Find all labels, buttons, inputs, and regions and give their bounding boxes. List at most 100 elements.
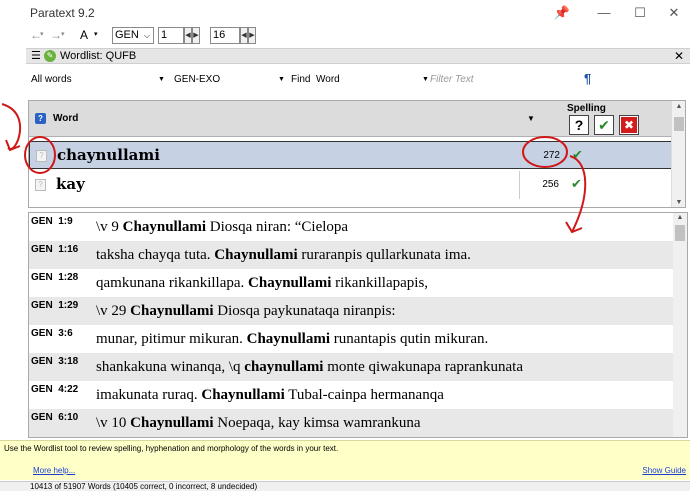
count-cell: 256 bbox=[542, 179, 559, 190]
chapter-prev-button[interactable]: ◀ bbox=[184, 27, 192, 44]
reference-row[interactable]: GEN 3:6 munar, pitimur mikuran. Chaynulla… bbox=[29, 325, 674, 353]
reference-row[interactable]: GEN 3:18 shankakuna winanqa, \q chaynulla… bbox=[29, 353, 674, 381]
book-selector[interactable]: GEN ⌵ bbox=[112, 27, 154, 44]
reference-text: \v 29 Chaynullami Diosqa paykunataqa nir… bbox=[96, 302, 396, 320]
guide-panel: Use the Wordlist tool to review spelling… bbox=[0, 440, 690, 480]
reference-text: shankakuna winanqa, \q chaynullami monte… bbox=[96, 358, 523, 376]
context-before: \v 9 bbox=[96, 219, 123, 235]
reference-text: taksha chayqa tuta. Chaynullami ruraranp… bbox=[96, 246, 471, 264]
back-dropdown-icon[interactable]: ▾ bbox=[40, 27, 44, 43]
reference-label: GEN 6:10 bbox=[31, 412, 79, 423]
references-scrollbar[interactable]: ▲ bbox=[673, 213, 687, 437]
reference-label: GEN 3:6 bbox=[31, 328, 73, 339]
text-style-button[interactable]: A bbox=[80, 27, 88, 43]
sort-descending-icon[interactable]: ▼ bbox=[527, 114, 535, 123]
context-after: rikankillapapis, bbox=[331, 275, 429, 291]
panel-close-icon[interactable]: ✕ bbox=[674, 49, 684, 63]
matched-word: Chaynullami bbox=[122, 219, 207, 235]
word-cell: chaynullami bbox=[57, 146, 160, 164]
context-before: \v 29 bbox=[96, 303, 131, 319]
context-before: qamkunana rikankillapa. bbox=[96, 275, 249, 291]
count-cell: 272 bbox=[543, 150, 560, 161]
range-select[interactable]: GEN-EXO bbox=[174, 73, 220, 87]
reference-row[interactable]: GEN 4:22 imakunata ruraq. Chaynullami Tub… bbox=[29, 381, 674, 409]
verse-next-button[interactable]: ▶ bbox=[248, 27, 256, 44]
matched-word: chaynullami bbox=[244, 359, 324, 375]
chapter-input[interactable]: 1 bbox=[158, 27, 184, 44]
reference-label: GEN 1:29 bbox=[31, 300, 79, 311]
spelling-unknown-button[interactable]: ? bbox=[569, 115, 589, 135]
scroll-thumb[interactable] bbox=[675, 225, 685, 241]
context-after: Tubal-cainpa hermananqa bbox=[284, 387, 444, 403]
context-after: runantapis qutin mikuran. bbox=[329, 331, 489, 347]
annotation-arrow-curve bbox=[1, 103, 21, 150]
scope-select[interactable]: All words bbox=[31, 73, 72, 87]
close-icon[interactable]: ✕ bbox=[660, 3, 688, 23]
scroll-thumb[interactable] bbox=[674, 117, 684, 131]
context-before: imakunata ruraq. bbox=[96, 387, 202, 403]
word-cell: kay bbox=[56, 175, 85, 193]
checkmark-icon: ✔ bbox=[571, 176, 582, 191]
minimize-icon[interactable]: — bbox=[590, 3, 618, 23]
guide-text: Use the Wordlist tool to review spelling… bbox=[4, 444, 339, 453]
column-header-spelling: Spelling bbox=[567, 103, 606, 114]
matched-word: Chaynullami bbox=[248, 275, 332, 291]
reference-row[interactable]: GEN 1:16 taksha chayqa tuta. Chaynullami … bbox=[29, 241, 674, 269]
context-before: shankakuna winanqa, \q bbox=[96, 359, 245, 375]
reference-text: qamkunana rikankillapa. Chaynullami rika… bbox=[96, 274, 428, 292]
scope-dropdown-icon[interactable]: ▼ bbox=[158, 73, 165, 87]
checkmark-icon: ✔ bbox=[572, 147, 583, 162]
row-select-box[interactable]: ? bbox=[36, 150, 47, 162]
column-header-word[interactable]: Word bbox=[53, 113, 78, 124]
context-before: \v 10 bbox=[96, 415, 131, 431]
word-row[interactable]: ? kay 256 ✔ bbox=[29, 171, 672, 199]
context-after: ruraranpis qullarkunata ima. bbox=[297, 247, 471, 263]
grid-scrollbar[interactable]: ▲ ▼ bbox=[671, 101, 685, 207]
show-guide-link[interactable]: Show Guide bbox=[642, 466, 686, 475]
word-row-selected[interactable]: ? chaynullami 272 ✔ bbox=[29, 141, 672, 169]
context-after: Diosqa paykunataqa niranpis: bbox=[213, 303, 396, 319]
context-before: taksha chayqa tuta. bbox=[96, 247, 215, 263]
find-mode-select[interactable]: Word bbox=[316, 73, 340, 87]
context-before: munar, pitimur mikuran. bbox=[96, 331, 247, 347]
word-grid: ? Word ▼ Spelling ? ✔ ✖ ? chaynullami 27… bbox=[28, 100, 686, 208]
context-after: Diosqa niran: “Cielopa bbox=[206, 219, 349, 235]
chapter-next-button[interactable]: ▶ bbox=[192, 27, 200, 44]
word-count-status: 10413 of 51907 Words (10405 correct, 0 i… bbox=[30, 482, 258, 491]
context-after: monte qiwakunapa raprankunata bbox=[323, 359, 523, 375]
matched-word: Chaynullami bbox=[214, 247, 298, 263]
matched-word: Chaynullami bbox=[130, 303, 214, 319]
verse-input[interactable]: 16 bbox=[210, 27, 240, 44]
pilcrow-icon[interactable]: ¶ bbox=[584, 71, 591, 86]
matched-word: Chaynullami bbox=[130, 415, 214, 431]
menu-icon[interactable]: ☰ bbox=[31, 50, 41, 63]
reference-label: GEN 1:9 bbox=[31, 216, 73, 227]
forward-dropdown-icon[interactable]: ▾ bbox=[61, 27, 65, 43]
pin-icon[interactable]: 📌 bbox=[548, 3, 576, 23]
reference-row[interactable]: GEN 1:9 \v 9 Chaynullami Diosqa niran: “C… bbox=[29, 213, 674, 241]
find-mode-dropdown-icon[interactable]: ▼ bbox=[422, 73, 429, 87]
spelling-incorrect-button[interactable]: ✖ bbox=[619, 115, 639, 135]
verse-prev-button[interactable]: ◀ bbox=[240, 27, 248, 44]
matched-word: Chaynullami bbox=[246, 331, 330, 347]
row-select-box[interactable]: ? bbox=[35, 179, 46, 191]
filter-text-input[interactable]: Filter Text bbox=[430, 73, 474, 87]
reference-row[interactable]: GEN 1:29 \v 29 Chaynullami Diosqa paykuna… bbox=[29, 297, 674, 325]
chevron-down-icon: ⌵ bbox=[143, 31, 150, 40]
scroll-up-icon[interactable]: ▲ bbox=[672, 103, 685, 110]
reference-row[interactable]: GEN 6:10 \v 10 Chaynullami Noepaqa, kay k… bbox=[29, 409, 674, 437]
reference-row[interactable]: GEN 1:28 qamkunana rikankillapa. Chaynull… bbox=[29, 269, 674, 297]
book-selector-value: GEN bbox=[115, 29, 139, 41]
spelling-correct-button[interactable]: ✔ bbox=[594, 115, 614, 135]
title-bar: Paratext 9.2 📌 — ☐ ✕ bbox=[0, 0, 690, 26]
range-dropdown-icon[interactable]: ▼ bbox=[278, 73, 285, 87]
panel-title: Wordlist: QUFB bbox=[60, 50, 137, 62]
maximize-icon[interactable]: ☐ bbox=[626, 3, 654, 23]
wordlist-filters: All words ▼ GEN-EXO ▼ Find Word ▼ Filter… bbox=[26, 66, 690, 94]
reference-text: imakunata ruraq. Chaynullami Tubal-cainp… bbox=[96, 386, 444, 404]
scroll-up-icon[interactable]: ▲ bbox=[673, 214, 687, 221]
help-icon[interactable]: ? bbox=[35, 113, 46, 124]
text-style-dropdown-icon[interactable]: ▾ bbox=[94, 27, 98, 43]
scroll-down-icon[interactable]: ▼ bbox=[672, 199, 685, 206]
more-help-link[interactable]: More help... bbox=[33, 466, 75, 475]
